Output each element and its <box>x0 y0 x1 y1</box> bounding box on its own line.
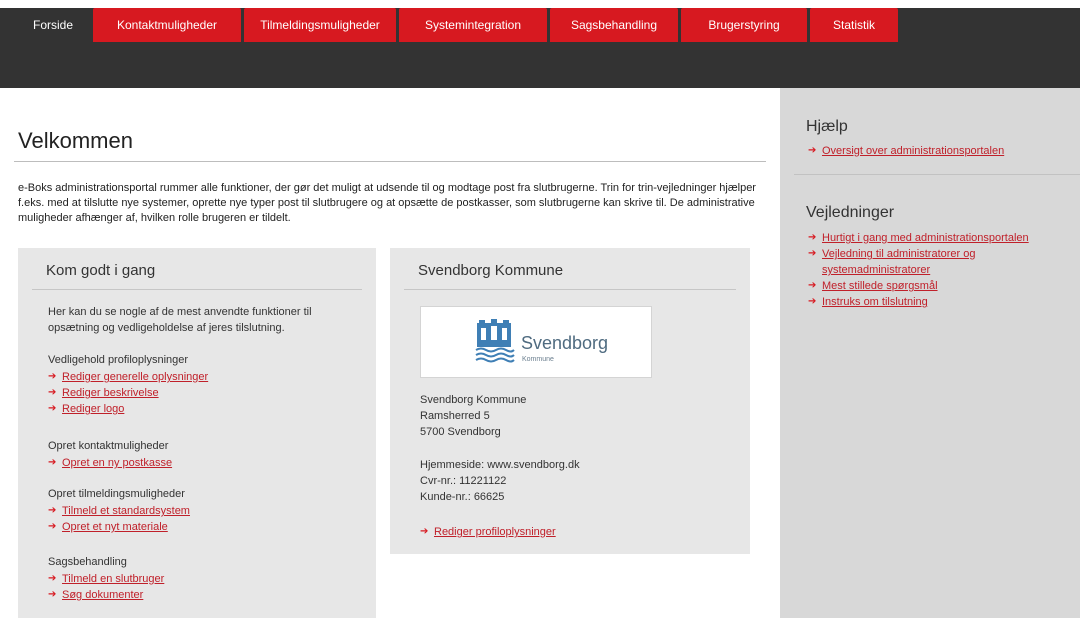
list-item: ➔ Hurtigt i gang med administrationsporta… <box>808 230 1068 246</box>
list-item: ➔ Rediger profiloplysninger <box>420 524 740 540</box>
intro-text: e-Boks administrationsportal rummer alle… <box>18 182 756 224</box>
arrow-icon: ➔ <box>808 296 817 307</box>
link-rediger-generelle-oplysninger[interactable]: Rediger generelle oplysninger <box>62 371 208 383</box>
arrow-icon: ➔ <box>48 505 57 516</box>
link-tilmeld-standardsystem[interactable]: Tilmeld et standardsystem <box>62 505 190 517</box>
panel-title: Kom godt i gang <box>46 262 156 279</box>
profile-panel: Svendborg Kommune Svendborg Kommune Sven… <box>390 248 750 554</box>
link-faq[interactable]: Mest stillede spørgsmål <box>822 280 938 292</box>
organization-logo: Svendborg Kommune <box>420 306 652 378</box>
svendborg-crest-icon <box>475 319 515 363</box>
list-item: ➔ Opret en ny postkasse <box>48 455 368 471</box>
getting-started-intro: Her kan du se nogle af de mest anvendte … <box>48 306 312 334</box>
group-subscription: Opret tilmeldingsmuligheder ➔ Tilmeld et … <box>48 486 368 535</box>
profile-address: Svendborg Kommune Ramsherred 5 5700 Sven… <box>420 392 740 440</box>
list-item: ➔ Søg dokumenter <box>48 587 368 603</box>
list-item: ➔ Opret et nyt materiale <box>48 519 368 535</box>
arrow-icon: ➔ <box>48 371 57 382</box>
list-item: ➔ Instruks om tilslutning <box>808 294 1068 310</box>
link-oversigt[interactable]: Oversigt over administrationsportalen <box>822 145 1004 157</box>
panel-divider <box>32 289 362 290</box>
sidebar-divider <box>794 174 1080 175</box>
nav-band <box>0 42 1080 88</box>
link-rediger-logo[interactable]: Rediger logo <box>62 403 124 415</box>
tab-brugerstyring[interactable]: Brugerstyring <box>681 8 807 42</box>
list-item: ➔ Rediger generelle oplysninger <box>48 369 368 385</box>
address-line: Svendborg Kommune <box>420 394 527 406</box>
link-opret-materiale[interactable]: Opret et nyt materiale <box>62 521 168 533</box>
group-contact: Opret kontaktmuligheder ➔ Opret en ny pos… <box>48 438 368 471</box>
link-hurtigt-i-gang[interactable]: Hurtigt i gang med administrationsportal… <box>822 232 1029 244</box>
group-heading: Vedligehold profiloplysninger <box>48 354 189 366</box>
profile-details: Hjemmeside: www.svendborg.dk Cvr-nr.: 11… <box>420 457 740 505</box>
panel-title: Svendborg Kommune <box>418 262 564 279</box>
list-item: ➔ Oversigt over administrationsportalen <box>808 143 1068 159</box>
top-navigation: Forside Kontaktmuligheder Tilmeldingsmul… <box>0 0 1080 88</box>
help-links: ➔ Oversigt over administrationsportalen <box>808 143 1068 159</box>
arrow-icon: ➔ <box>808 280 817 291</box>
tab-systemintegration[interactable]: Systemintegration <box>399 8 547 42</box>
top-strip <box>0 0 1080 8</box>
arrow-icon: ➔ <box>48 403 57 414</box>
logo-wordmark: Svendborg <box>521 333 609 353</box>
guides-title: Vejledninger <box>806 204 895 221</box>
arrow-icon: ➔ <box>48 573 57 584</box>
right-sidebar: Hjælp ➔ Oversigt over administrationsport… <box>780 88 1080 618</box>
arrow-icon: ➔ <box>48 521 57 532</box>
tab-forside[interactable]: Forside <box>16 8 90 42</box>
group-profile: Vedligehold profiloplysninger ➔ Rediger g… <box>48 352 368 417</box>
link-rediger-beskrivelse[interactable]: Rediger beskrivelse <box>62 387 159 399</box>
tab-statistik[interactable]: Statistik <box>810 8 898 42</box>
link-rediger-profiloplysninger[interactable]: Rediger profiloplysninger <box>434 526 556 538</box>
title-divider <box>14 161 766 162</box>
arrow-icon: ➔ <box>48 387 57 398</box>
list-item: ➔ Vejledning til administratorer og syste… <box>808 246 1068 278</box>
group-heading: Opret tilmeldingsmuligheder <box>48 488 185 500</box>
group-heading: Opret kontaktmuligheder <box>48 440 169 452</box>
list-item: ➔ Rediger logo <box>48 401 368 417</box>
logo-subtitle: Kommune <box>522 356 554 363</box>
list-item: ➔ Tilmeld et standardsystem <box>48 503 368 519</box>
link-vejledning-administratorer[interactable]: Vejledning til administratorer og system… <box>822 248 975 276</box>
guides-links: ➔ Hurtigt i gang med administrationsporta… <box>808 230 1068 310</box>
getting-started-panel: Kom godt i gang Her kan du se nogle af d… <box>18 248 376 618</box>
list-item: ➔ Mest stillede spørgsmål <box>808 278 1068 294</box>
profile-edit: ➔ Rediger profiloplysninger <box>420 524 740 540</box>
arrow-icon: ➔ <box>808 145 817 156</box>
arrow-icon: ➔ <box>808 232 817 243</box>
cvr-text: Cvr-nr.: 11221122 <box>420 475 507 487</box>
address-line: 5700 Svendborg <box>420 426 501 438</box>
website-text: Hjemmeside: www.svendborg.dk <box>420 459 580 471</box>
group-case-handling: Sagsbehandling ➔ Tilmeld en slutbruger ➔ S… <box>48 554 368 603</box>
page-title: Velkommen <box>18 128 133 153</box>
group-heading: Sagsbehandling <box>48 556 127 568</box>
arrow-icon: ➔ <box>808 248 817 259</box>
tab-tilmeldingsmuligheder[interactable]: Tilmeldingsmuligheder <box>244 8 396 42</box>
link-opret-postkasse[interactable]: Opret en ny postkasse <box>62 457 172 469</box>
list-item: ➔ Tilmeld en slutbruger <box>48 571 368 587</box>
link-instruks[interactable]: Instruks om tilslutning <box>822 296 928 308</box>
list-item: ➔ Rediger beskrivelse <box>48 385 368 401</box>
arrow-icon: ➔ <box>48 589 57 600</box>
customer-number-text: Kunde-nr.: 66625 <box>420 491 505 503</box>
tab-sagsbehandling[interactable]: Sagsbehandling <box>550 8 678 42</box>
tab-kontaktmuligheder[interactable]: Kontaktmuligheder <box>93 8 241 42</box>
tab-bar: Forside Kontaktmuligheder Tilmeldingsmul… <box>16 8 901 42</box>
link-tilmeld-slutbruger[interactable]: Tilmeld en slutbruger <box>62 573 164 585</box>
arrow-icon: ➔ <box>48 457 57 468</box>
panel-divider <box>404 289 736 290</box>
link-soeg-dokumenter[interactable]: Søg dokumenter <box>62 589 143 601</box>
arrow-icon: ➔ <box>420 526 429 537</box>
address-line: Ramsherred 5 <box>420 410 490 422</box>
help-title: Hjælp <box>806 118 848 135</box>
